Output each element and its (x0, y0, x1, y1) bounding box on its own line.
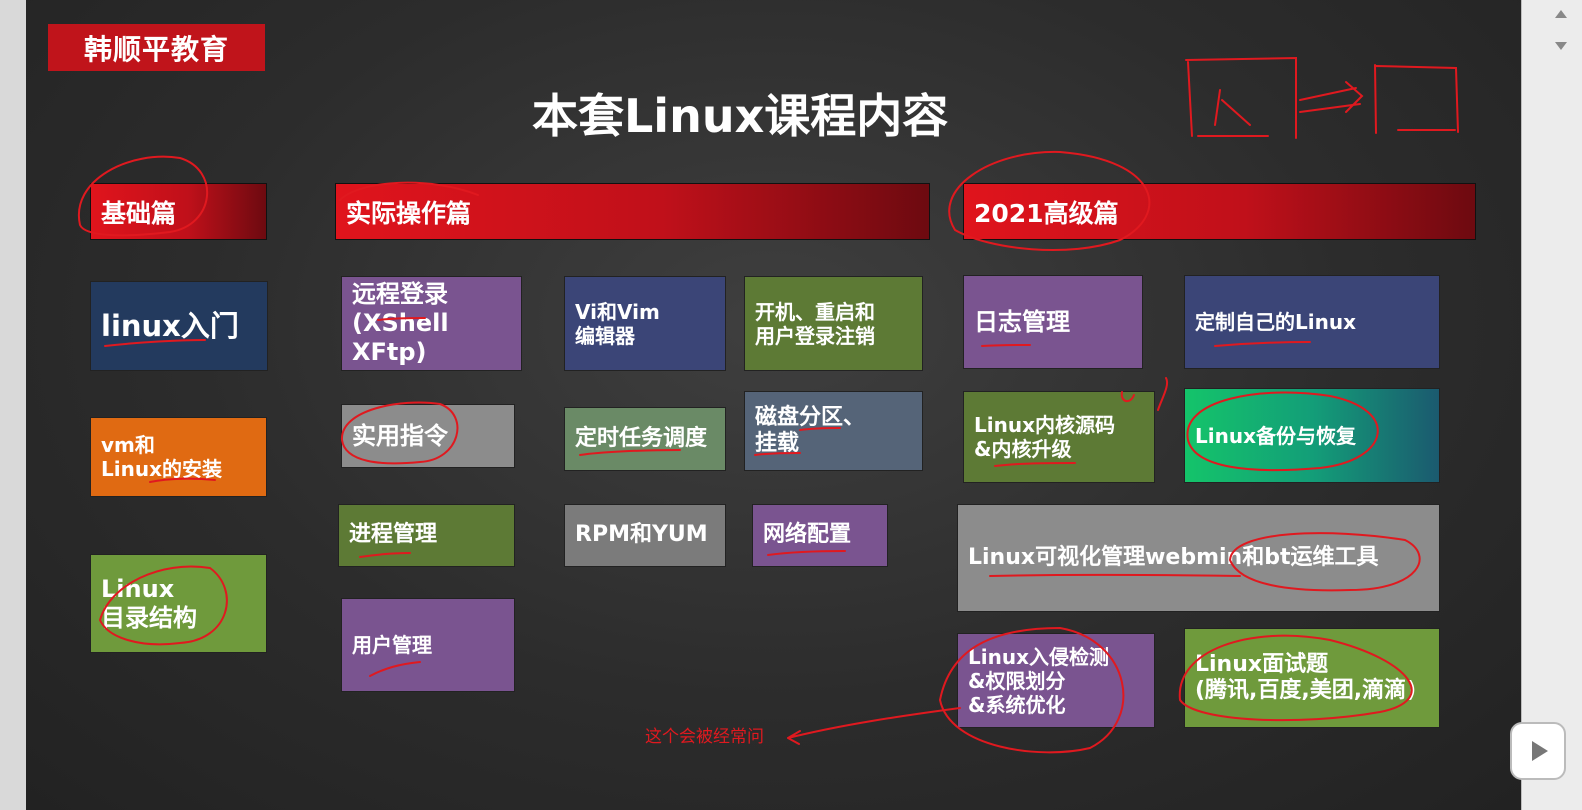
card-directory-structure: Linux 目录结构 (90, 554, 267, 653)
play-button[interactable] (1510, 722, 1566, 780)
card-network-config: 网络配置 (752, 504, 888, 567)
card-vi-vim: Vi和Vim 编辑器 (564, 276, 726, 371)
section-header-basic: 基础篇 (90, 183, 267, 240)
card-user-management: 用户管理 (341, 598, 515, 692)
card-kernel-upgrade: Linux内核源码 &内核升级 (963, 391, 1155, 483)
section-header-advanced: 2021高级篇 (963, 183, 1476, 240)
scroll-up-arrow[interactable] (1555, 10, 1567, 18)
card-intrusion-detection: Linux入侵检测 &权限划分 &系统优化 (957, 633, 1155, 728)
brand-badge: 韩顺平教育 (48, 24, 265, 71)
card-disk-partition: 磁盘分区、 挂载 (744, 391, 923, 471)
card-backup-restore: Linux备份与恢复 (1184, 388, 1440, 483)
card-rpm-yum: RPM和YUM (564, 504, 726, 567)
card-linux-intro: linux入门 (90, 281, 268, 371)
card-interview-questions: Linux面试题 (腾讯,百度,美团,滴滴) (1184, 628, 1440, 728)
annotation-text: 这个会被经常问 (645, 727, 764, 747)
card-log-management: 日志管理 (963, 275, 1143, 369)
card-remote-login: 远程登录 (XShell XFtp) (341, 276, 522, 371)
play-icon (1532, 741, 1548, 761)
card-custom-linux: 定制自己的Linux (1184, 275, 1440, 369)
card-process-management: 进程管理 (338, 504, 515, 567)
card-boot-login: 开机、重启和 用户登录注销 (744, 276, 923, 371)
scroll-down-arrow[interactable] (1555, 42, 1567, 50)
card-cron-scheduling: 定时任务调度 (564, 407, 726, 471)
section-header-practical: 实际操作篇 (335, 183, 930, 240)
card-useful-commands: 实用指令 (341, 404, 515, 468)
card-webmin-bt: Linux可视化管理webmin和bt运维工具 (957, 504, 1440, 612)
page-title: 本套Linux课程内容 (532, 89, 949, 143)
right-panel (1521, 0, 1582, 810)
card-vm-install: vm和 Linux的安装 (90, 417, 267, 497)
